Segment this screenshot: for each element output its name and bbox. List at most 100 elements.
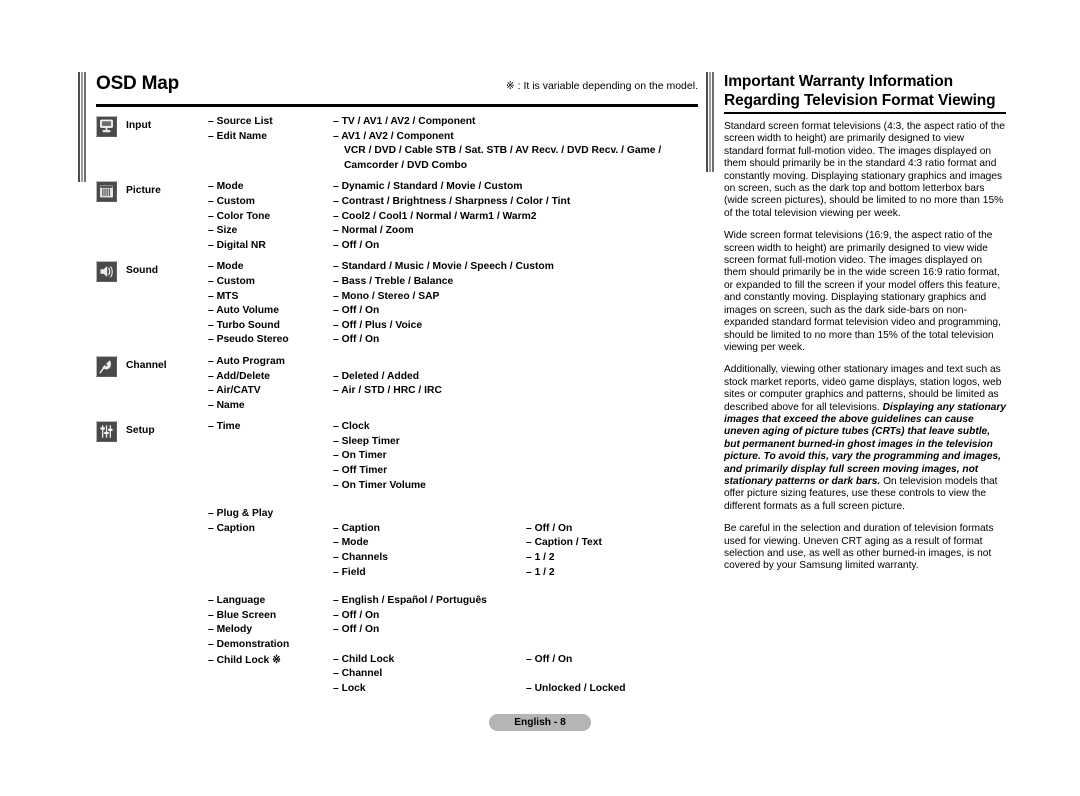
osd-group-spacer: [96, 349, 698, 356]
osd-group-input: Input – Source List – TV / AV1 / AV2 / Com…: [96, 116, 698, 181]
osd-menu-item-level2: – TV / AV1 / AV2 / Component: [333, 116, 476, 127]
osd-menu-row: – Language – English / Español / Portuguê…: [96, 595, 698, 610]
osd-menu-tree: Input – Source List – TV / AV1 / AV2 / Com…: [96, 107, 698, 704]
osd-menu-item-level1: – Air/CATV: [208, 385, 261, 397]
osd-menu-item-level1: – Size: [208, 225, 238, 237]
right-panel-accent-bar: [706, 72, 715, 172]
osd-row-spacer: [96, 494, 698, 508]
warranty-body-text: Wide screen format televisions (16:9, th…: [724, 230, 1001, 353]
warranty-panel: Important Warranty Information Regarding…: [706, 72, 1006, 573]
osd-menu-item-level3: – Off / On: [526, 522, 573, 534]
osd-menu-row: – Field – 1 / 2: [96, 567, 698, 582]
osd-menu-item-level1: – Plug & Play: [208, 508, 274, 520]
osd-menu-item-level2: – AV1 / AV2 / Component: [333, 130, 454, 142]
osd-menu-row: – Color Tone – Cool2 / Cool1 / Normal / W…: [96, 211, 698, 226]
osd-menu-item-level1: – Name: [208, 399, 245, 411]
osd-menu-row: – Turbo Sound – Off / Plus / Voice: [96, 320, 698, 335]
osd-menu-item-level2: – On Timer Volume: [333, 479, 426, 491]
osd-menu-row: – Mode – Dynamic / Standard / Movie / Cus…: [96, 181, 698, 196]
osd-menu-item-level2: – Off / On: [333, 239, 380, 251]
osd-menu-item-level2: – Contrast / Brightness / Sharpness / Co…: [333, 195, 571, 207]
osd-menu-item-level2: – Off / On: [333, 334, 380, 346]
osd-menu-row: – Pseudo Stereo – Off / On: [96, 334, 698, 349]
warranty-paragraph: Additionally, viewing other stationary i…: [724, 364, 1006, 513]
osd-menu-row: – Sleep Timer: [96, 436, 698, 451]
osd-menu-item-level1: – MTS: [208, 290, 239, 302]
osd-menu-item-level3: – 1 / 2: [526, 552, 555, 564]
osd-menu-row: – Name: [96, 400, 698, 415]
osd-menu-row: – Melody – Off / On: [96, 624, 698, 639]
osd-menu-item-level2: – Clock: [333, 421, 370, 433]
osd-map-title-row: OSD Map ※ : It is variable depending on …: [78, 72, 698, 102]
osd-menu-row: – Digital NR – Off / On: [96, 240, 698, 255]
osd-menu-row: – On Timer: [96, 450, 698, 465]
osd-menu-item-level2: – Field: [333, 566, 366, 578]
page-title: OSD Map: [96, 73, 180, 94]
osd-menu-row: Camcorder / DVD Combo: [96, 160, 698, 175]
osd-menu-row: – Add/Delete – Deleted / Added: [96, 371, 698, 386]
manual-page: OSD Map ※ : It is variable depending on …: [0, 0, 1080, 796]
osd-menu-row: – Lock – Unlocked / Locked: [96, 683, 698, 698]
warranty-emphasis-text: Displaying any stationary images that ex…: [724, 401, 1006, 487]
osd-menu-item-level1: – Auto Volume: [208, 305, 279, 317]
osd-menu-item-level1: – Custom: [208, 195, 255, 207]
osd-menu-row: – Channels – 1 / 2: [96, 552, 698, 567]
osd-menu-item-level2: – English / Español / Português: [333, 595, 487, 607]
osd-menu-item-level2: – Cool2 / Cool1 / Normal / Warm1 / Warm2: [333, 210, 537, 222]
osd-menu-row: – Edit Name – AV1 / AV2 / Component: [96, 131, 698, 146]
osd-menu-item-level3: – 1 / 2: [526, 566, 555, 578]
osd-menu-item-level3: – Off / On: [526, 653, 573, 665]
osd-group-spacer: [96, 174, 698, 181]
osd-menu-item-level1: – Caption: [208, 522, 255, 534]
osd-row-spacer: [96, 581, 698, 595]
osd-menu-row: – Custom – Bass / Treble / Balance: [96, 276, 698, 291]
osd-menu-item-level2: – Air / STD / HRC / IRC: [333, 385, 442, 397]
warranty-text: Standard screen format televisions (4:3,…: [706, 114, 1006, 573]
osd-menu-item-level2: – Off Timer: [333, 465, 388, 477]
osd-group-spacer: [96, 414, 698, 421]
osd-menu-item-level2: – Lock: [333, 682, 366, 694]
page-number-badge: English - 8: [489, 714, 591, 731]
osd-menu-item-level2: – Caption: [333, 522, 380, 534]
osd-menu-item-level1: – Edit Name: [208, 130, 267, 142]
osd-menu-row: – Plug & Play: [96, 508, 698, 523]
osd-menu-item-level1: – Child Lock ※: [208, 654, 281, 666]
osd-menu-row: – MTS – Mono / Stereo / SAP: [96, 291, 698, 306]
osd-group-spacer: [96, 254, 698, 261]
osd-menu-item-level1: – Melody: [208, 624, 253, 636]
osd-menu-row: – Child Lock ※ – Child Lock – Off / On: [96, 654, 698, 669]
osd-menu-item-level1: – Color Tone: [208, 210, 271, 222]
osd-group-sound: Sound – Mode – Standard / Music / Movie / …: [96, 261, 698, 356]
warranty-title: Important Warranty Information Regarding…: [706, 72, 1006, 110]
osd-menu-row: VCR / DVD / Cable STB / Sat. STB / AV Re…: [96, 145, 698, 160]
osd-menu-item-level2: – Off / On: [333, 609, 380, 621]
osd-menu-item-level2: – Dynamic / Standard / Movie / Custom: [333, 181, 523, 193]
osd-menu-row: – Demonstration: [96, 639, 698, 654]
warranty-paragraph: Wide screen format televisions (16:9, th…: [724, 230, 1006, 354]
osd-menu-item-level1: – Digital NR: [208, 239, 266, 251]
osd-menu-item-level1: – Auto Program: [208, 355, 285, 367]
osd-menu-row: – On Timer Volume: [96, 480, 698, 495]
osd-menu-item-level1: – Turbo Sound: [208, 319, 280, 331]
osd-menu-item-level1: – Custom: [208, 275, 255, 287]
osd-menu-row: – Air/CATV – Air / STD / HRC / IRC: [96, 385, 698, 400]
osd-menu-row: – Caption – Caption – Off / On: [96, 523, 698, 538]
osd-menu-item-level2: – Standard / Music / Movie / Speech / Cu…: [333, 261, 554, 273]
osd-menu-item-level2: – Mode: [333, 537, 369, 549]
osd-menu-item-level2: – Off / On: [333, 624, 380, 636]
osd-menu-item-level2: – Child Lock: [333, 653, 395, 665]
osd-group-spacer: [96, 697, 698, 704]
osd-menu-item-level1: – Mode: [208, 181, 244, 193]
osd-menu-item-level1: – Blue Screen: [208, 609, 277, 621]
osd-menu-item-level2: – Channels: [333, 552, 388, 564]
osd-menu-item-level2: – Off / Plus / Voice: [333, 319, 423, 331]
osd-menu-item-level2: – On Timer: [333, 450, 387, 462]
osd-menu-row: – Size – Normal / Zoom: [96, 225, 698, 240]
osd-menu-row: – Custom – Contrast / Brightness / Sharpn…: [96, 196, 698, 211]
model-variance-note: ※ : It is variable depending on the mode…: [505, 80, 698, 92]
osd-menu-row: – Mode – Standard / Music / Movie / Speec…: [96, 261, 698, 276]
warranty-body-text: Be careful in the selection and duration…: [724, 523, 994, 572]
osd-map-panel: OSD Map ※ : It is variable depending on …: [78, 72, 698, 704]
osd-menu-item-continuation: VCR / DVD / Cable STB / Sat. STB / AV Re…: [344, 145, 662, 157]
osd-menu-row: – Auto Program: [96, 356, 698, 371]
